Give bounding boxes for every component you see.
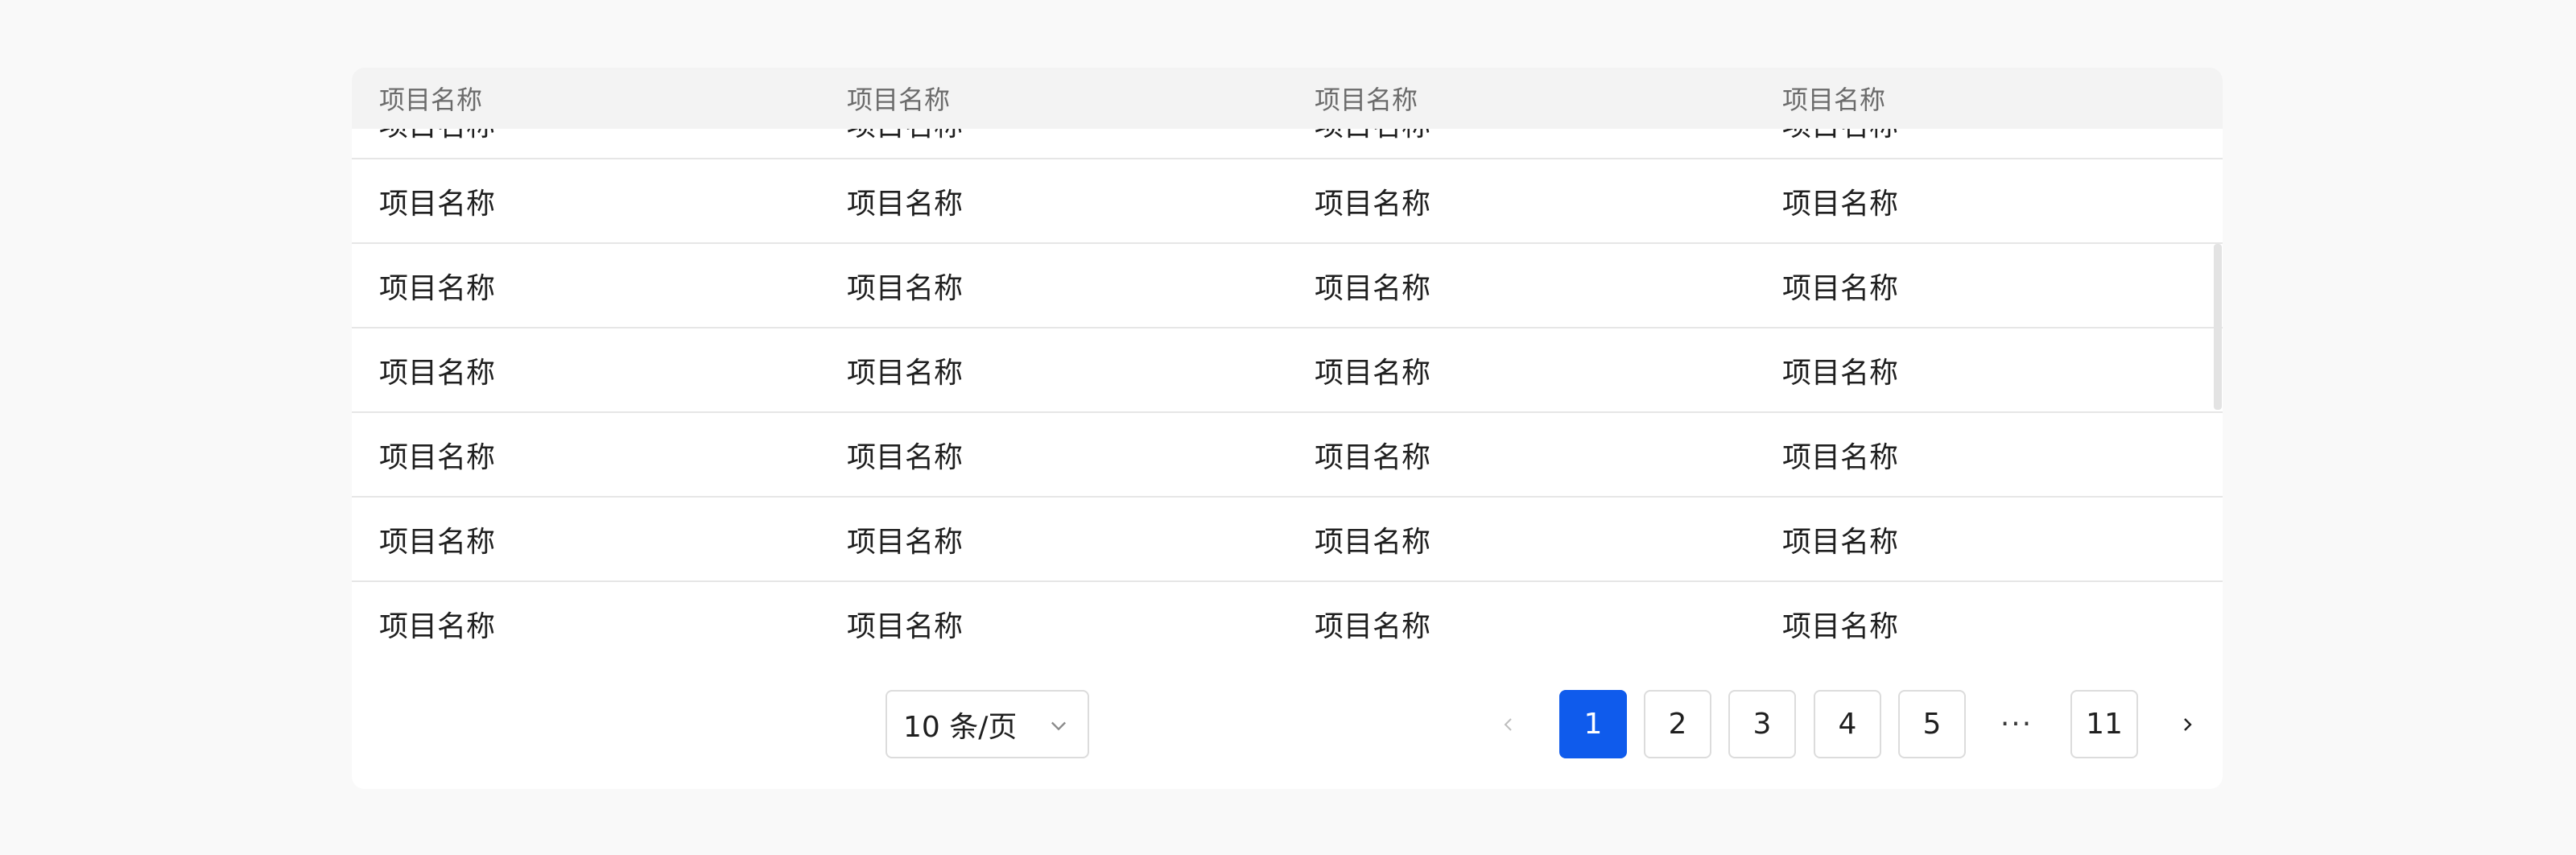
table-cell: 项目名称	[847, 525, 964, 559]
table-cell: 项目名称	[379, 609, 496, 643]
table-cell: 项目名称	[847, 356, 964, 390]
table-row[interactable]: 项目名称 项目名称 项目名称 项目名称	[352, 159, 2223, 244]
vertical-scrollbar[interactable]	[2214, 244, 2222, 410]
table-cell: 项目名称	[847, 271, 964, 305]
table-cell: 项目名称	[379, 440, 496, 474]
table-row[interactable]: 项目名称 项目名称 项目名称 项目名称	[352, 498, 2223, 582]
page-size-select[interactable]: 10 条/页	[886, 690, 1089, 758]
page-button-5[interactable]: 5	[1898, 690, 1966, 758]
column-header: 项目名称	[1782, 85, 1886, 115]
page-button-1[interactable]: 1	[1559, 690, 1627, 758]
page-ellipsis[interactable]: ···	[1983, 690, 2050, 758]
table-cell: 项目名称	[379, 271, 496, 305]
table-card: 项目名称 项目名称 项目名称 项目名称 项目名称 项目名称 项目名称 项目名称 …	[352, 68, 2223, 789]
page-button-3[interactable]: 3	[1728, 690, 1796, 758]
table-cell: 项目名称	[1315, 271, 1431, 305]
table-row[interactable]: 项目名称 项目名称 项目名称 项目名称	[352, 244, 2223, 328]
table-cell: 项目名称	[1782, 525, 1899, 559]
prev-page-button[interactable]	[1480, 690, 1537, 758]
chevron-down-icon	[1051, 721, 1066, 731]
table-cell: 项目名称	[379, 356, 496, 390]
chevron-left-icon	[1504, 717, 1512, 731]
table-cell: 项目名称	[1782, 271, 1899, 305]
column-header: 项目名称	[379, 85, 483, 115]
next-page-button[interactable]	[2159, 690, 2215, 758]
table-cell: 项目名称	[847, 440, 964, 474]
table-row[interactable]: 项目名称 项目名称 项目名称 项目名称	[352, 413, 2223, 498]
table-row[interactable]: 项目名称 项目名称 项目名称 项目名称	[352, 582, 2223, 643]
table-scroll-area[interactable]: 项目名称 项目名称 项目名称 项目名称 项目名称 项目名称 项目名称 项目名称 …	[352, 68, 2223, 642]
page-button-4[interactable]: 4	[1814, 690, 1881, 758]
table-cell: 项目名称	[1315, 356, 1431, 390]
table-cell: 项目名称	[847, 187, 964, 221]
table-cell: 项目名称	[1315, 609, 1431, 643]
table-cell: 项目名称	[1315, 525, 1431, 559]
page-button-11[interactable]: 11	[2070, 690, 2138, 758]
table-body: 项目名称 项目名称 项目名称 项目名称 项目名称 项目名称 项目名称 项目名称 …	[352, 89, 2223, 642]
table-cell: 项目名称	[1782, 356, 1899, 390]
table-cell: 项目名称	[1782, 187, 1899, 221]
table-cell: 项目名称	[379, 525, 496, 559]
table-cell: 项目名称	[1782, 440, 1899, 474]
page-button-2[interactable]: 2	[1644, 690, 1711, 758]
table-header: 项目名称 项目名称 项目名称 项目名称	[352, 68, 2223, 129]
page-size-label: 10 条/页	[903, 710, 1018, 744]
table-cell: 项目名称	[847, 609, 964, 643]
table-cell: 项目名称	[1315, 440, 1431, 474]
table-cell: 项目名称	[379, 187, 496, 221]
column-header: 项目名称	[1315, 85, 1418, 115]
chevron-right-icon	[2184, 717, 2192, 731]
table-cell: 项目名称	[1782, 609, 1899, 643]
column-header: 项目名称	[847, 85, 951, 115]
table-row[interactable]: 项目名称 项目名称 项目名称 项目名称	[352, 328, 2223, 413]
table-cell: 项目名称	[1315, 187, 1431, 221]
